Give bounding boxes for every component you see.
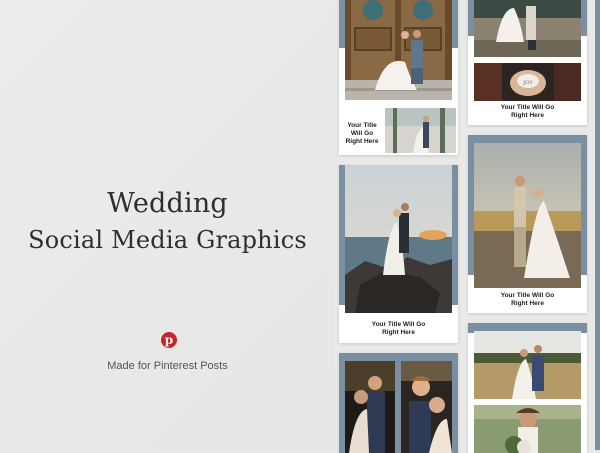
template-card-portraits: [339, 353, 458, 453]
intro-panel: Wedding Social Media Graphics p Made for…: [0, 0, 335, 450]
photo-couple-portrait-1: [345, 361, 395, 453]
subtitle: Made for Pinterest Posts: [107, 360, 228, 372]
headline-line-2: Social Media Graphics: [28, 226, 307, 254]
photo-bride-bouquet: [474, 405, 581, 453]
template-title-text-wide: Your Title Will Go Right Here: [500, 104, 555, 119]
photo-couple-sunset: [474, 143, 581, 288]
pinterest-icon: p: [161, 332, 177, 348]
photo-couple-coast: [345, 165, 452, 313]
template-card-doorway: Your Title Will Go Right Here: [339, 0, 458, 155]
photo-ring-hands: JOY: [474, 63, 581, 101]
template-card-ring: JOY Your Title Will Go Right Here: [468, 0, 587, 125]
template-card-sunset: Your Title Will Go Right Here: [468, 135, 587, 313]
template-title-text-wide: Your Title Will Go Right Here: [500, 292, 555, 307]
template-card-edge: [595, 0, 600, 450]
svg-text:JOY: JOY: [522, 80, 533, 86]
template-card-coast: Your Title Will Go Right Here: [339, 165, 458, 343]
photo-couple-doorway: [345, 0, 452, 100]
photo-couple-field: [474, 331, 581, 399]
headline-line-1: Wedding: [107, 188, 228, 219]
template-card-field: [468, 323, 587, 453]
photo-couple-small: [385, 108, 456, 153]
photo-couple-portrait-2: [401, 361, 452, 453]
template-title-text: Your Title Will Go Right Here: [345, 122, 379, 145]
template-title-text-wide: Your Title Will Go Right Here: [371, 321, 426, 336]
photo-couple-beach: [474, 0, 581, 57]
